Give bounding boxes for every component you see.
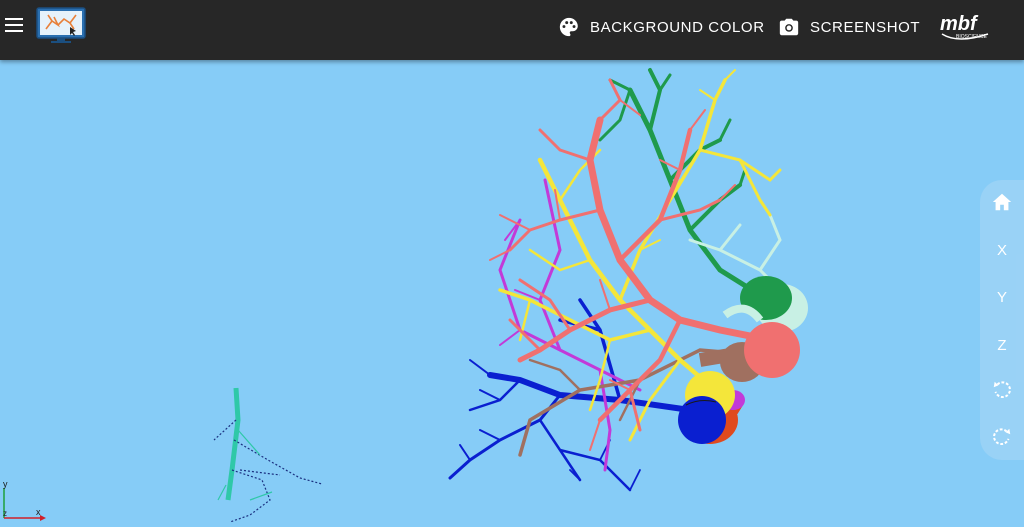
z-axis-view-button[interactable]: Z <box>980 325 1024 365</box>
view-control-panel: X Y Z <box>980 180 1024 460</box>
yellow-neuron <box>498 69 782 442</box>
top-toolbar: BACKGROUND COLOR SCREENSHOT mbf BIOSCIEN… <box>0 0 1024 60</box>
brand-subtext: BIOSCIENCE <box>956 34 988 40</box>
brand-text: mbf <box>940 13 979 35</box>
screenshot-button[interactable]: SCREENSHOT <box>778 14 920 40</box>
neuron-reconstruction-scene[interactable] <box>0 60 1024 527</box>
menu-icon[interactable] <box>4 14 26 36</box>
axis-x-text: x <box>36 507 41 517</box>
screenshot-label: SCREENSHOT <box>810 18 921 36</box>
neuron-somata <box>678 276 808 444</box>
x-axis-view-button[interactable]: X <box>980 230 1024 270</box>
z-axis-label: Z <box>997 336 1007 354</box>
home-view-button[interactable] <box>980 182 1024 222</box>
camera-icon <box>779 18 799 36</box>
axis-z-text: z <box>3 509 7 518</box>
app-logo-icon[interactable] <box>36 7 86 45</box>
mbf-bioscience-logo[interactable]: mbf BIOSCIENCE <box>938 8 998 46</box>
home-icon <box>992 193 1012 211</box>
rotate-right-button[interactable] <box>980 417 1024 457</box>
3d-viewer-canvas[interactable]: X Y Z y z x <box>0 60 1024 527</box>
y-axis-view-button[interactable]: Y <box>980 277 1024 317</box>
axis-y-text: y <box>3 479 8 489</box>
rotate-left-icon <box>993 381 1011 399</box>
background-color-button[interactable]: BACKGROUND COLOR <box>558 14 765 40</box>
small-neuron <box>213 387 323 523</box>
background-color-label: BACKGROUND COLOR <box>590 18 765 36</box>
axes-indicator: y z x <box>3 479 46 521</box>
rotate-right-icon <box>993 428 1011 446</box>
y-axis-label: Y <box>996 288 1007 306</box>
rotate-left-button[interactable] <box>980 370 1024 410</box>
x-axis-label: X <box>996 241 1007 259</box>
palette-icon <box>559 17 578 37</box>
